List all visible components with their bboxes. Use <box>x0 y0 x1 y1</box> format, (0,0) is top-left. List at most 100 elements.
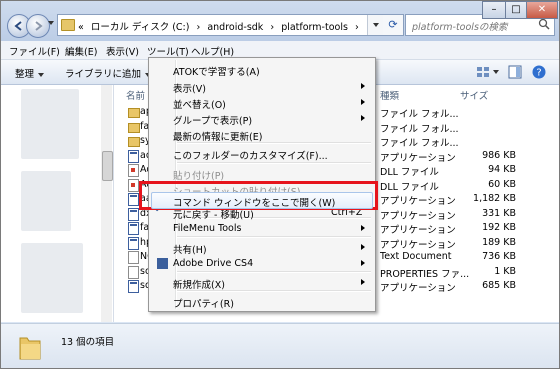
navigation-pane[interactable] <box>1 85 114 322</box>
exe-icon <box>128 236 139 250</box>
breadcrumb-separator[interactable]: › <box>197 22 201 33</box>
organize-button[interactable]: 整理 <box>15 66 45 80</box>
breadcrumb-separator[interactable]: › <box>355 22 359 33</box>
submenu-arrow-icon <box>361 244 365 250</box>
address-dropdown-button[interactable] <box>367 15 384 35</box>
file-type: DLL ファイル <box>380 167 439 178</box>
item-count: 13 個の項目 <box>61 337 115 348</box>
preview-pane-icon[interactable] <box>507 64 523 80</box>
column-header-name[interactable]: 名前 <box>126 88 145 102</box>
title-bar: « ローカル ディスク (C:) › android-sdk › platfor… <box>1 1 559 41</box>
adobe-drive-icon <box>157 258 168 269</box>
context-menu-item[interactable]: 新規作成(X) <box>151 274 373 291</box>
context-menu-item[interactable]: コマンド ウィンドウをここで開く(W) <box>151 192 373 209</box>
file-size: 189 KB <box>482 236 516 248</box>
context-menu-item[interactable]: 表示(V) <box>151 78 373 95</box>
context-menu-item[interactable]: プロパティ(R) <box>151 293 373 310</box>
breadcrumb-android-sdk[interactable]: android-sdk <box>207 22 263 33</box>
view-options-icon[interactable] <box>475 64 491 80</box>
breadcrumb-overflow[interactable]: « <box>78 22 84 33</box>
file-type: アプリケーション <box>380 239 456 251</box>
forward-arrow-icon <box>35 21 43 31</box>
organize-label: 整理 <box>15 69 35 80</box>
exe-icon <box>128 193 139 206</box>
close-button[interactable]: ✕ <box>526 1 558 19</box>
context-menu-item[interactable]: 共有(H) <box>151 239 373 256</box>
submenu-arrow-icon <box>361 99 365 105</box>
forward-button[interactable] <box>26 14 50 38</box>
context-menu-item[interactable]: 並べ替え(O) <box>151 94 373 111</box>
nav-scrollbar[interactable] <box>101 85 113 322</box>
menu-item-label: グループで表示(P) <box>173 116 253 127</box>
menu-tools[interactable]: ツール(T) <box>147 44 189 58</box>
file-size: 94 KB <box>488 164 516 175</box>
file-size: 60 KB <box>488 178 516 190</box>
file-type: アプリケーション <box>380 283 456 294</box>
breadcrumb-local-disk[interactable]: ローカル ディスク (C:) <box>91 22 190 33</box>
scrollbar-thumb[interactable] <box>102 151 113 181</box>
column-header-type[interactable]: 種類 <box>380 88 399 102</box>
refresh-button[interactable]: ⟳ <box>383 14 404 36</box>
status-bar: 13 個の項目 <box>1 323 559 368</box>
breadcrumb-separator[interactable]: › <box>270 22 274 33</box>
search-icon[interactable] <box>538 18 550 30</box>
file-size: 736 KB <box>482 251 516 262</box>
menu-item-label: 貼り付け(P) <box>173 171 225 182</box>
include-library-label: ライブラリに追加 <box>65 69 142 80</box>
exe-icon <box>128 207 139 221</box>
file-icon <box>128 251 139 264</box>
menu-item-label: プロパティ(R) <box>173 299 234 310</box>
file-type: アプリケーション <box>380 196 456 207</box>
context-menu-item[interactable]: FileMenu Tools <box>151 220 373 237</box>
menu-file[interactable]: ファイル(F) <box>9 44 60 58</box>
menu-view[interactable]: 表示(V) <box>106 44 139 58</box>
svg-text:?: ? <box>536 68 541 79</box>
chevron-down-icon <box>38 72 45 77</box>
address-bar[interactable]: « ローカル ディスク (C:) › android-sdk › platfor… <box>57 14 385 36</box>
breadcrumb-platform-tools[interactable]: platform-tools <box>281 22 348 33</box>
submenu-arrow-icon <box>361 279 365 285</box>
folder-icon <box>128 137 140 147</box>
chevron-down-icon[interactable] <box>493 70 499 74</box>
recent-pages-chevron-icon[interactable] <box>48 21 54 25</box>
minimize-button[interactable]: – <box>482 1 506 19</box>
menu-item-label: 最新の情報に更新(E) <box>173 132 263 143</box>
submenu-arrow-icon <box>361 83 365 89</box>
exe-icon <box>128 280 139 293</box>
submenu-arrow-icon <box>361 225 365 231</box>
menu-edit[interactable]: 編集(E) <box>65 44 97 58</box>
menu-item-label: 並べ替え(O) <box>173 100 226 111</box>
maximize-button[interactable]: □ <box>505 1 527 19</box>
file-icon <box>128 265 139 279</box>
file-size: 192 KB <box>482 222 516 233</box>
file-type: ファイル フォル... <box>380 123 459 135</box>
context-menu-item[interactable]: Adobe Drive CS4 <box>151 255 373 272</box>
menu-item-label: コマンド ウィンドウをここで開く(W) <box>173 198 336 209</box>
context-menu-item[interactable]: ATOKで学習する(A) <box>151 61 373 78</box>
folder-icon <box>128 122 140 133</box>
file-size: 986 KB <box>482 149 516 161</box>
blurred-tree-items <box>21 171 71 231</box>
menu-item-label: このフォルダーのカスタマイズ(F)... <box>173 151 328 162</box>
submenu-arrow-icon <box>361 260 365 266</box>
dll-icon <box>128 178 139 192</box>
exe-icon <box>128 222 139 235</box>
help-icon[interactable]: ? <box>531 64 547 80</box>
blurred-tree-items <box>21 89 79 159</box>
file-type: アプリケーション <box>380 152 456 164</box>
menu-item-label: ATOKで学習する(A) <box>173 67 260 78</box>
column-header-size[interactable]: サイズ <box>460 88 488 102</box>
include-in-library-button[interactable]: ライブラリに追加 <box>65 66 152 80</box>
menu-help[interactable]: ヘルプ(H) <box>191 44 234 58</box>
context-menu-item[interactable]: グループで表示(P) <box>151 110 373 127</box>
file-type: Text Document <box>380 251 452 262</box>
context-menu-item[interactable]: 貼り付け(P) <box>151 165 373 182</box>
submenu-arrow-icon <box>361 115 365 121</box>
file-size: 331 KB <box>482 207 516 219</box>
menu-item-label: 新規作成(X) <box>173 280 225 291</box>
menu-item-label: FileMenu Tools <box>173 223 242 234</box>
dll-icon <box>128 164 139 177</box>
context-menu-item[interactable]: 最新の情報に更新(E) <box>151 126 373 143</box>
context-menu-item[interactable]: このフォルダーのカスタマイズ(F)... <box>151 145 373 162</box>
file-size: 1 KB <box>494 265 516 277</box>
